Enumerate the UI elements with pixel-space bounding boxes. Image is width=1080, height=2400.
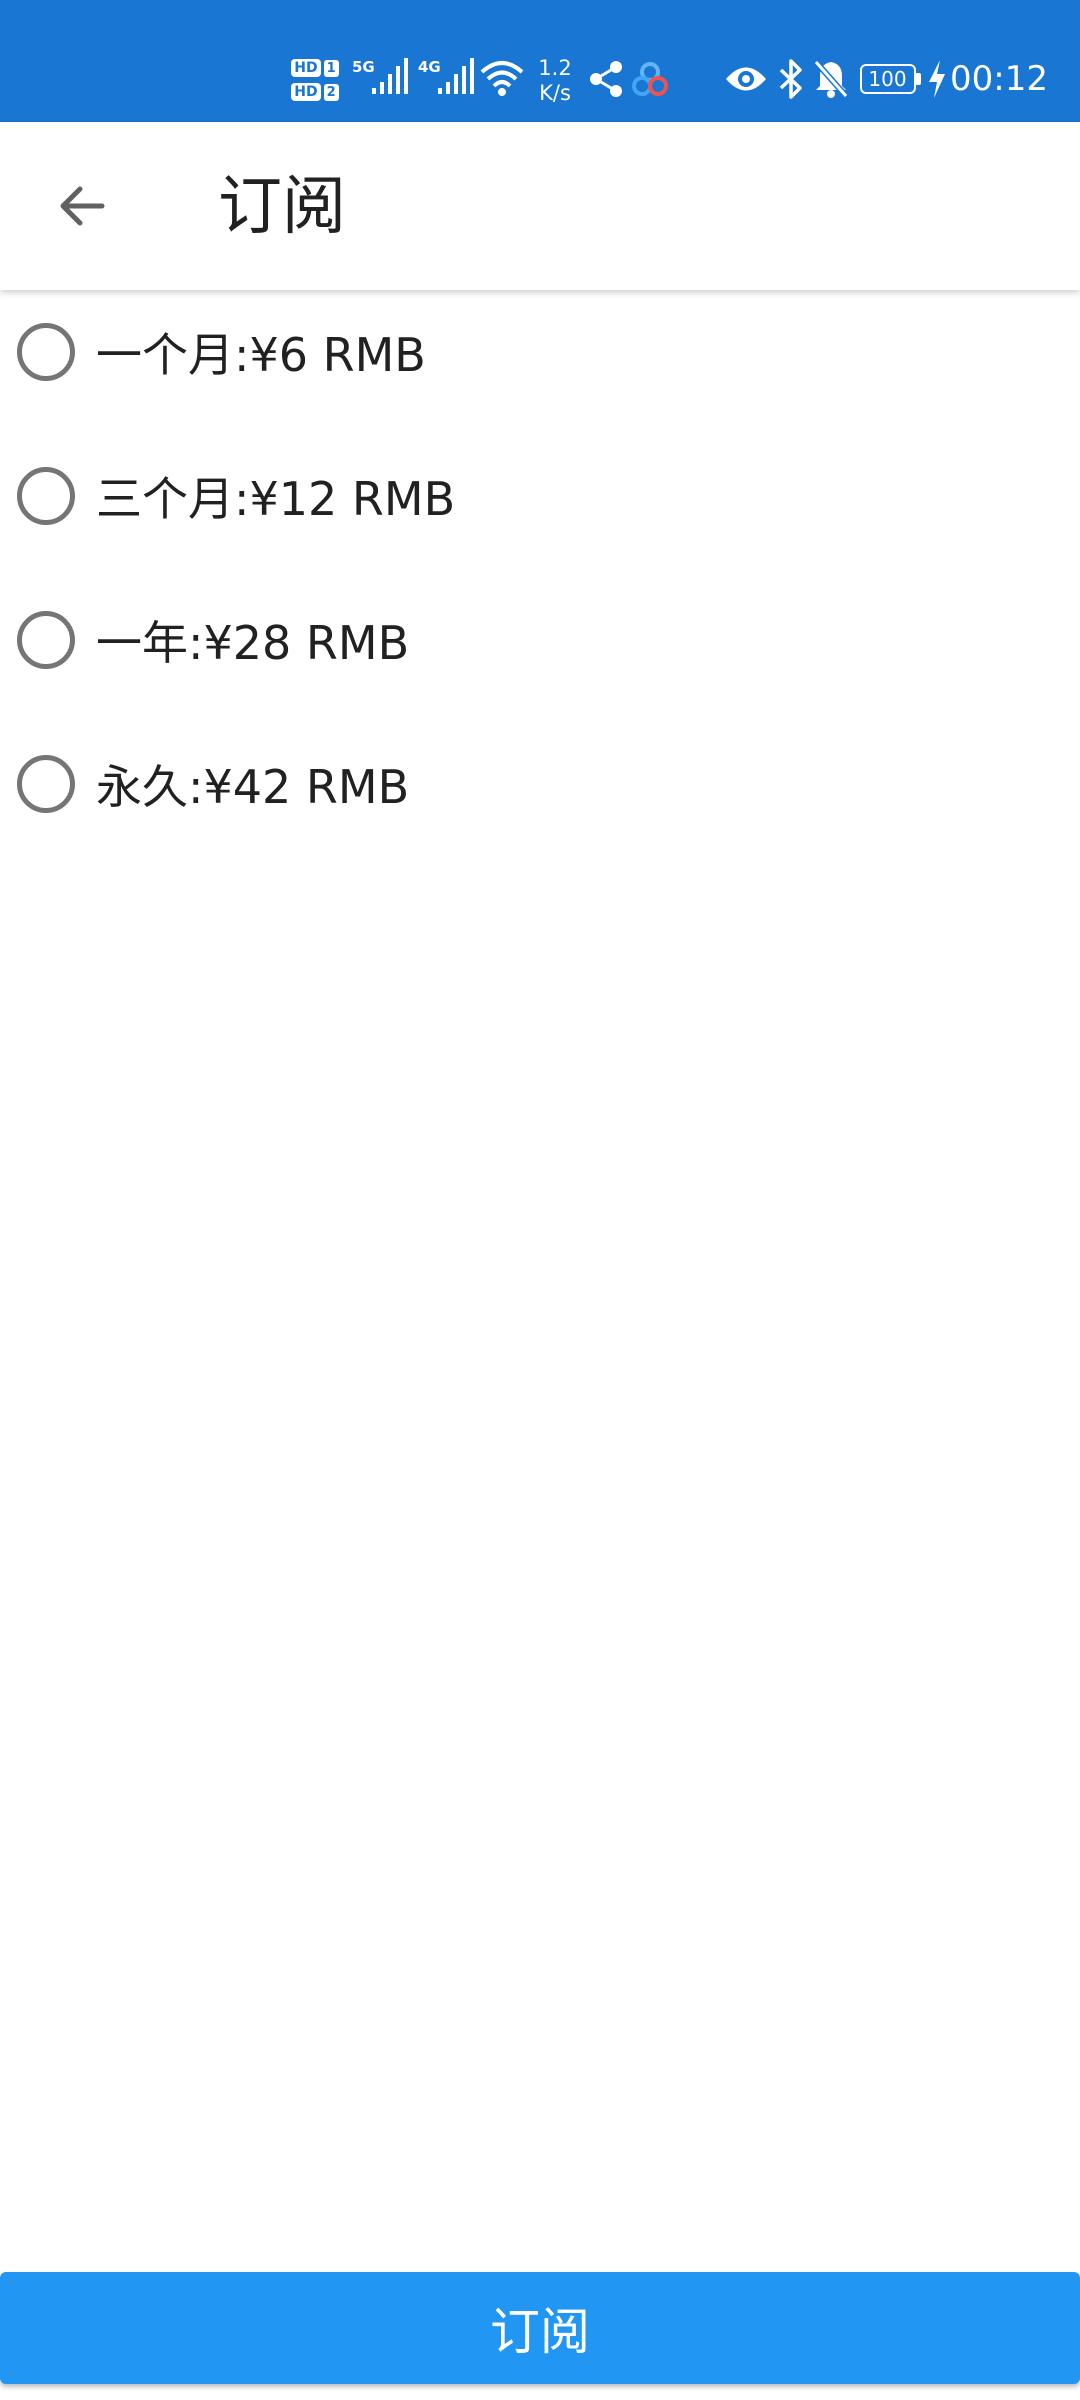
sim2-badge: HD 2: [291, 83, 339, 101]
bluetooth-icon: [776, 58, 806, 100]
hd-label: HD: [291, 83, 321, 101]
radio-button[interactable]: [17, 467, 75, 525]
option-one-year[interactable]: 一年:¥28 RMB: [0, 580, 1080, 700]
arrow-back-icon: [60, 186, 105, 226]
option-lifetime[interactable]: 永久:¥42 RMB: [0, 724, 1080, 844]
app-bar: 订阅: [0, 122, 1080, 290]
charging-icon: [926, 58, 948, 100]
app-icon: [630, 60, 670, 98]
eye-icon: [724, 62, 768, 96]
sim1-badge: HD 1: [291, 59, 339, 77]
share-icon: [588, 60, 624, 98]
option-label: 永久:¥42 RMB: [96, 760, 410, 814]
back-button[interactable]: [34, 158, 130, 254]
battery-tip: [915, 73, 921, 85]
sim-number: 2: [323, 83, 339, 101]
hd-label: HD: [291, 59, 321, 77]
option-three-months[interactable]: 三个月:¥12 RMB: [0, 436, 1080, 556]
option-label: 一年:¥28 RMB: [96, 616, 410, 670]
network-speed: 1.2 K/s: [534, 52, 576, 110]
clock: 00:12: [950, 59, 1048, 99]
sim-number: 1: [323, 59, 339, 77]
battery-icon: 100: [858, 62, 922, 96]
page-title: 订阅: [218, 170, 346, 244]
speed-unit: K/s: [539, 81, 571, 105]
option-label: 三个月:¥12 RMB: [96, 472, 456, 526]
bell-off-icon: [812, 58, 850, 100]
option-one-month[interactable]: 一个月:¥6 RMB: [0, 292, 1080, 412]
radio-button[interactable]: [17, 755, 75, 813]
speed-value: 1.2: [538, 55, 572, 80]
radio-button[interactable]: [17, 611, 75, 669]
wifi-icon: [480, 58, 524, 98]
signal-icon: [436, 56, 476, 96]
status-bar: HD 1 HD 2 5G 4G 1.2 K/s 100 00:12: [0, 0, 1080, 122]
sim-indicators: HD 1 HD 2: [288, 48, 342, 112]
battery-level: 100: [859, 64, 916, 94]
signal-icon: [370, 56, 410, 96]
radio-button[interactable]: [17, 323, 75, 381]
subscribe-button[interactable]: 订阅: [0, 2272, 1080, 2384]
option-label: 一个月:¥6 RMB: [96, 328, 426, 382]
